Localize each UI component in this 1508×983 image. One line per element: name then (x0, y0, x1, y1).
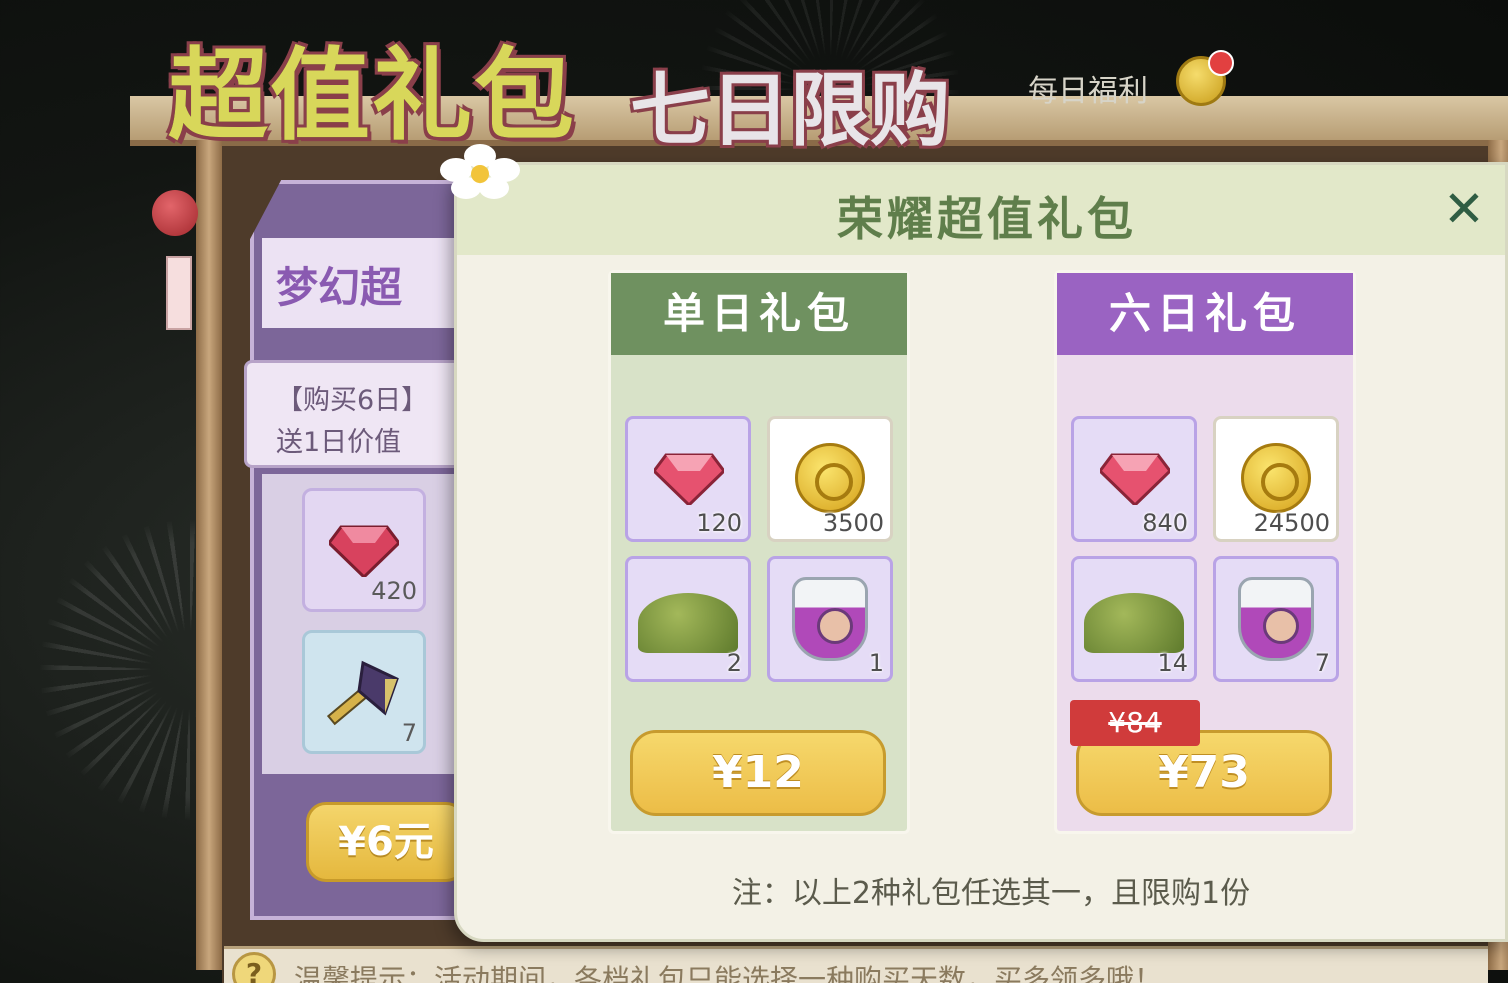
item-quantity: 120 (696, 509, 742, 537)
gold-coin-icon (1241, 443, 1311, 513)
item-quantity: 1 (868, 649, 884, 677)
wind-chime-icon (152, 190, 198, 236)
daily-welfare-tab[interactable]: 每日福利 (1028, 66, 1148, 110)
dream-buy-button[interactable]: ¥6元 (306, 802, 466, 882)
gem-icon (329, 525, 399, 577)
dialog-header: 荣耀超值礼包 (457, 165, 1505, 255)
item-quantity: 14 (1157, 649, 1188, 677)
gem-icon (1100, 453, 1170, 505)
flower-icon (440, 144, 520, 199)
package-title: 六日礼包 (1057, 273, 1353, 355)
item-slot[interactable]: 120 (625, 416, 751, 542)
dream-package-title: 梦幻超 (276, 263, 403, 312)
item-quantity: 3500 (822, 509, 884, 537)
tips-text: 温馨提示：活动期间，各档礼包只能选择一种购买天数，买多领多哦！ (294, 963, 1163, 983)
original-price-badge: ¥84 (1070, 700, 1200, 746)
item-quantity: 840 (1142, 509, 1188, 537)
item-quantity: 2 (726, 649, 742, 677)
item-quantity: 24500 (1253, 509, 1330, 537)
item-quantity: 7 (1314, 649, 1330, 677)
close-icon[interactable]: ✕ (1436, 184, 1492, 240)
page-title: 超值礼包 (168, 37, 576, 154)
potion-icon (1238, 577, 1314, 661)
notification-dot (1208, 50, 1234, 76)
gem-icon (654, 453, 724, 505)
dream-package-note: 【购买6日】 (276, 385, 429, 416)
buy-single-day-button[interactable]: ¥12 (630, 730, 886, 816)
item-quantity: 7 (401, 719, 417, 747)
item-slot[interactable]: 24500 (1213, 416, 1339, 542)
item-slot[interactable]: 840 (1071, 416, 1197, 542)
shrine-post-left (196, 140, 222, 970)
purchase-note: 注：以上2种礼包任选其一，且限购1份 (731, 876, 1251, 911)
item-slot[interactable]: 2 (625, 556, 751, 682)
item-slot[interactable]: 7 (302, 630, 426, 754)
page-subtitle: 七日限购 (630, 64, 950, 157)
grass-pile-icon (638, 593, 738, 653)
package-title: 单日礼包 (611, 273, 907, 355)
gold-coin-icon (795, 443, 865, 513)
axe-icon (326, 660, 399, 726)
item-slot[interactable]: 1 (767, 556, 893, 682)
dialog-title: 荣耀超值礼包 (837, 192, 1137, 246)
charm-tag-icon (166, 256, 192, 330)
dream-package-note: 送1日价值 (276, 427, 402, 458)
item-slot[interactable]: 420 (302, 488, 426, 612)
item-slot[interactable]: 7 (1213, 556, 1339, 682)
item-quantity: 420 (371, 577, 417, 605)
potion-icon (792, 577, 868, 661)
grass-pile-icon (1084, 593, 1184, 653)
item-slot[interactable]: 14 (1071, 556, 1197, 682)
item-slot[interactable]: 3500 (767, 416, 893, 542)
